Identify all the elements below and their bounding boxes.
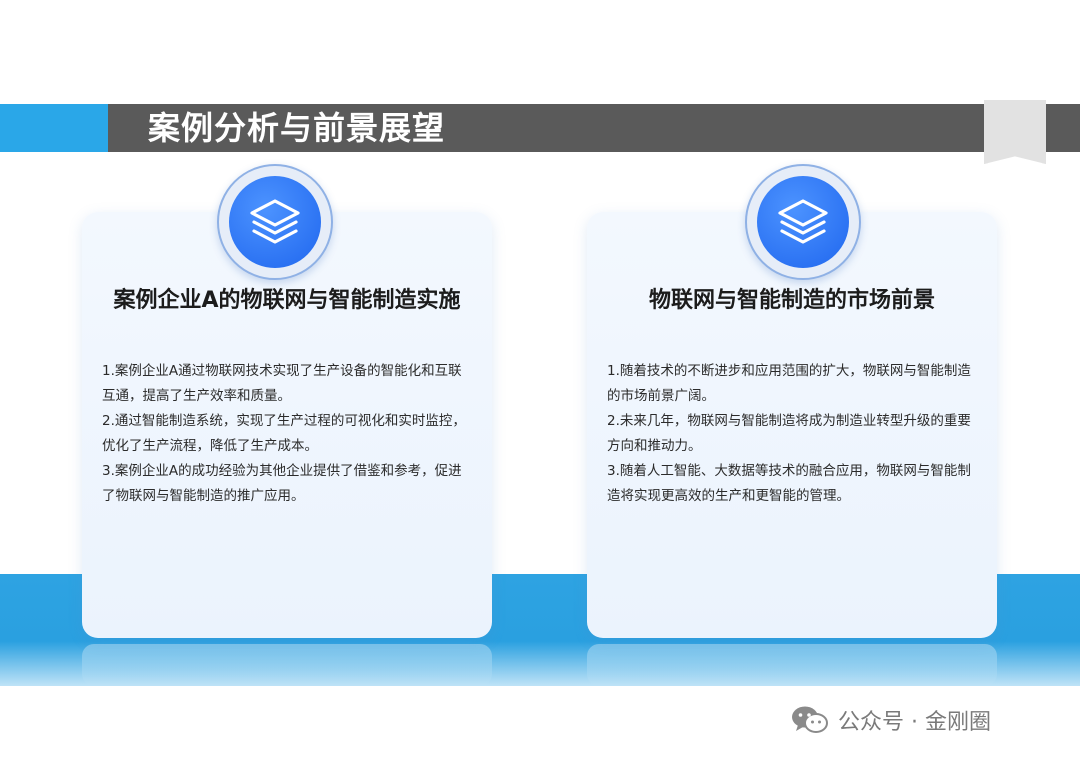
layers-icon	[778, 199, 828, 244]
layers-badge-left	[217, 164, 333, 280]
card-paragraph: 1.案例企业A通过物联网技术实现了生产设备的智能化和互联互通，提高了生产效率和质…	[102, 363, 462, 404]
card-body: 1.随着技术的不断进步和应用范围的扩大，物联网与智能制造的市场前景广阔。 2.未…	[607, 359, 977, 509]
wechat-icon	[792, 706, 828, 733]
card-paragraph: 1.随着技术的不断进步和应用范围的扩大，物联网与智能制造的市场前景广阔。	[607, 363, 971, 404]
card-paragraph: 2.未来几年，物联网与智能制造将成为制造业转型升级的重要方向和推动力。	[607, 413, 971, 454]
layers-icon	[250, 199, 300, 244]
card-title: 案例企业A的物联网与智能制造实施	[113, 288, 461, 313]
page-title: 案例分析与前景展望	[148, 109, 446, 147]
watermark-text: 公众号 · 金刚圈	[838, 710, 991, 735]
bookmark-ribbon	[984, 100, 1046, 164]
layers-badge-right	[745, 164, 861, 280]
title-accent-block	[0, 104, 108, 152]
card-body: 1.案例企业A通过物联网技术实现了生产设备的智能化和互联互通，提高了生产效率和质…	[102, 359, 472, 509]
card-reflection-left	[82, 644, 492, 686]
card-title: 物联网与智能制造的市场前景	[648, 288, 935, 313]
card-reflection-right	[587, 644, 997, 686]
card-paragraph: 3.案例企业A的成功经验为其他企业提供了借鉴和参考，促进了物联网与智能制造的推广…	[102, 463, 462, 504]
card-paragraph: 2.通过智能制造系统，实现了生产过程的可视化和实时监控，优化了生产流程，降低了生…	[102, 413, 466, 454]
watermark-footer: 公众号 · 金刚圈	[790, 700, 991, 740]
card-paragraph: 3.随着人工智能、大数据等技术的融合应用，物联网与智能制造将实现更高效的生产和更…	[607, 463, 971, 504]
